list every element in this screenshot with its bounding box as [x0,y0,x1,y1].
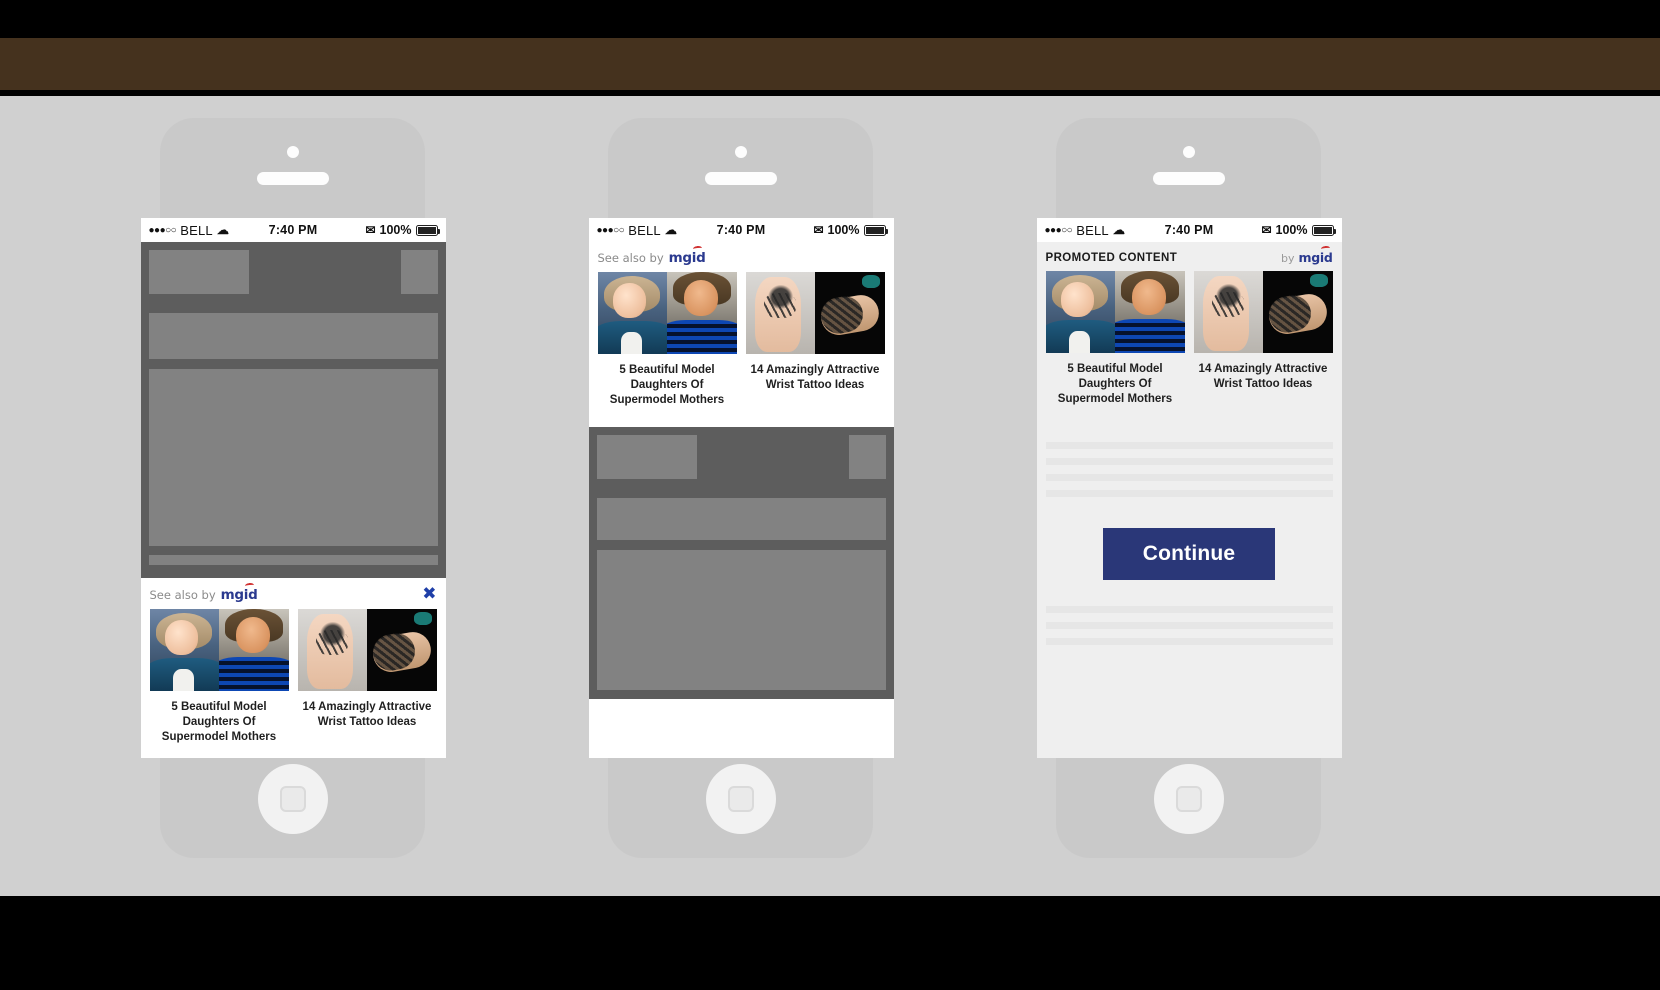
wireframe-menu-block [400,250,438,294]
widget-header: See also by mgid ✖ [141,578,446,609]
status-bar: ●●●○○ BELL ☁ 7:40 PM ✉ 100% [140,218,446,242]
clock-label: 7:40 PM [716,223,766,237]
wireframe-body-block [596,549,886,690]
see-also-label: See also by [149,587,216,602]
battery-percent-label: 100% [827,223,860,237]
wireframe-logo-block [596,434,697,479]
phone-2-screen: ●●●○○ BELL ☁ 7:40 PM ✉ 100% See also by … [588,218,894,758]
carrier-label: BELL [628,222,661,238]
recommendation-card[interactable]: 5 Beautiful Model Daughters Of Supermode… [597,272,737,409]
models-photo [597,272,737,354]
signal-dots-icon: ●●●○○ [596,224,625,236]
mgid-widget: PROMOTED CONTENT by mgid 5 Beautiful Mod… [1036,242,1342,408]
recommendation-card[interactable]: 14 Amazingly Attractive Wrist Tattoo Ide… [1193,271,1333,408]
wrist-tattoo-photo [1193,271,1333,353]
wifi-icon: ☁ [664,223,677,237]
carrier-label: BELL [180,222,213,238]
card-title: 5 Beautiful Model Daughters Of Supermode… [161,701,277,744]
battery-full-icon [863,224,888,236]
recommendation-card[interactable]: 5 Beautiful Model Daughters Of Supermode… [1045,271,1185,408]
mgid-widget: See also by mgid 5 Beautiful Model Daugh… [588,242,894,427]
home-button[interactable] [705,764,776,834]
mgid-logo: mgid [1298,245,1333,265]
signal-dots-icon: ●●●○○ [1044,224,1073,236]
earpiece-speaker [1152,172,1225,185]
placeholder-line [1045,457,1333,465]
placeholder-line [1045,621,1333,629]
top-decorative-banner [0,38,1660,90]
card-title: 14 Amazingly Attractive Wrist Tattoo Ide… [302,701,432,729]
wifi-icon: ☁ [1112,223,1125,237]
status-bar: ●●●○○ BELL ☁ 7:40 PM ✉ 100% [588,218,894,242]
article-placeholder-lines-lower [1037,580,1342,645]
wireframe-logo-block [148,250,249,294]
card-title: 14 Amazingly Attractive Wrist Tattoo Ide… [750,364,880,392]
status-bar: ●●●○○ BELL ☁ 7:40 PM ✉ 100% [1036,218,1342,242]
mgid-logo: mgid [221,582,258,603]
battery-full-icon [1311,224,1336,236]
bottom-black-band [0,896,1660,990]
placeholder-line [1045,489,1333,497]
page-wireframe [140,242,446,578]
wifi-icon: ☁ [216,223,229,237]
battery-full-icon [415,224,440,236]
recommendation-cards: 5 Beautiful Model Daughters Of Supermode… [589,272,894,409]
phone-1-screen: ●●●○○ BELL ☁ 7:40 PM ✉ 100% See also by … [140,218,446,758]
phone-3-screen: ●●●○○ BELL ☁ 7:40 PM ✉ 100% PROMOTED CON… [1036,218,1342,758]
wrist-tattoo-photo [297,609,437,691]
placeholder-line [1045,605,1333,613]
close-icon[interactable]: ✖ [422,586,436,603]
front-camera-icon [734,146,747,158]
clock-label: 7:40 PM [1164,223,1214,237]
promoted-content-label: PROMOTED CONTENT [1045,251,1178,264]
widget-header: See also by mgid [589,242,894,272]
card-title: 5 Beautiful Model Daughters Of Supermode… [609,364,725,407]
recommendation-card[interactable]: 14 Amazingly Attractive Wrist Tattoo Ide… [297,609,437,746]
signal-dots-icon: ●●●○○ [148,224,177,236]
wrist-tattoo-photo [745,272,885,354]
bluetooth-icon: ✉ [1261,223,1272,237]
models-photo [149,609,289,691]
wireframe-footer-block [148,555,438,565]
see-also-label: See also by [597,251,664,265]
card-title: 14 Amazingly Attractive Wrist Tattoo Ide… [1198,363,1328,391]
placeholder-line [1045,473,1333,481]
page-wireframe [588,426,894,699]
home-button[interactable] [1153,764,1224,834]
recommendation-cards: 5 Beautiful Model Daughters Of Supermode… [141,609,446,746]
battery-percent-label: 100% [1275,223,1308,237]
widget-header: PROMOTED CONTENT by mgid [1037,242,1342,271]
models-photo [1045,271,1185,353]
recommendation-card[interactable]: 14 Amazingly Attractive Wrist Tattoo Ide… [745,272,885,409]
carrier-label: BELL [1076,222,1109,238]
recommendation-card[interactable]: 5 Beautiful Model Daughters Of Supermode… [149,609,289,746]
wireframe-menu-block [848,434,886,479]
continue-button[interactable]: Continue [1102,527,1276,580]
bluetooth-icon: ✉ [365,223,376,237]
recommendation-cards: 5 Beautiful Model Daughters Of Supermode… [1037,271,1342,408]
wireframe-headline-block [596,497,886,540]
front-camera-icon [1182,146,1195,158]
article-placeholder-lines [1037,408,1342,497]
phone-1: ●●●○○ BELL ☁ 7:40 PM ✉ 100% See also by … [140,118,446,858]
front-camera-icon [286,146,299,158]
card-title: 5 Beautiful Model Daughters Of Supermode… [1057,363,1173,406]
wireframe-headline-block [148,313,438,359]
phone-2: ●●●○○ BELL ☁ 7:40 PM ✉ 100% See also by … [588,118,894,858]
mgid-logo: mgid [669,245,706,266]
earpiece-speaker [704,172,777,185]
clock-label: 7:40 PM [268,223,318,237]
placeholder-line [1045,637,1333,645]
earpiece-speaker [256,172,329,185]
interstitial-page: PROMOTED CONTENT by mgid 5 Beautiful Mod… [1036,242,1342,758]
by-label: by [1280,252,1295,265]
placeholder-line [1045,441,1333,449]
wireframe-body-block [148,369,438,546]
mgid-widget: See also by mgid ✖ 5 Beautiful Model Dau… [140,578,446,746]
home-button[interactable] [257,764,328,834]
bluetooth-icon: ✉ [813,223,824,237]
phone-3: ●●●○○ BELL ☁ 7:40 PM ✉ 100% PROMOTED CON… [1036,118,1342,858]
battery-percent-label: 100% [379,223,412,237]
continue-button-row: Continue [1037,506,1342,580]
